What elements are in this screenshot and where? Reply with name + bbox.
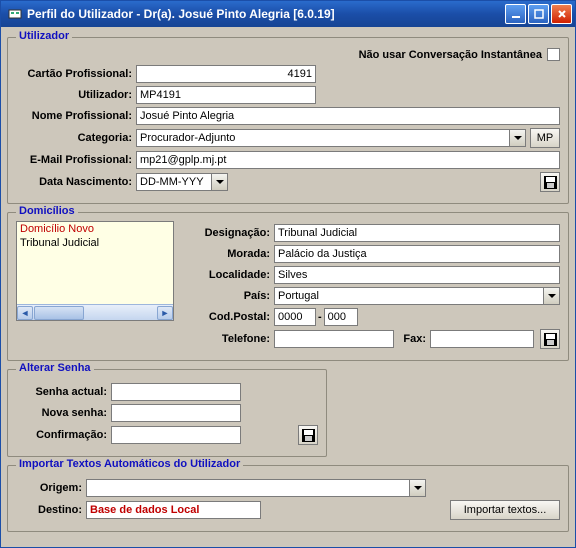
maximize-button[interactable] — [528, 4, 549, 24]
window-title: Perfil do Utilizador - Dr(a). Josué Pint… — [27, 7, 505, 21]
scroll-thumb[interactable] — [34, 306, 84, 320]
data-nasc-label: Data Nascimento: — [16, 176, 136, 188]
instant-msg-checkbox[interactable] — [547, 48, 560, 61]
codpostal1-input[interactable]: 0000 — [274, 308, 316, 326]
scroll-right-icon[interactable]: ► — [157, 306, 173, 320]
save-utilizador-button[interactable] — [540, 172, 560, 192]
cartao-label: Cartão Profissional: — [16, 68, 136, 80]
designacao-input[interactable]: Tribunal Judicial — [274, 224, 560, 242]
confirm-senha-label: Confirmação: — [16, 429, 111, 441]
chevron-down-icon[interactable] — [409, 480, 425, 496]
utilizador-label: Utilizador: — [16, 89, 136, 101]
senha-actual-label: Senha actual: — [16, 386, 111, 398]
destino-value: Base de dados Local — [86, 501, 261, 519]
app-icon — [7, 6, 23, 22]
designacao-label: Designação: — [184, 227, 274, 239]
origem-label: Origem: — [16, 482, 86, 494]
codpostal-label: Cod.Postal: — [184, 311, 274, 323]
telefone-label: Telefone: — [184, 333, 274, 345]
scroll-left-icon[interactable]: ◄ — [17, 306, 33, 320]
save-senha-button[interactable] — [298, 425, 318, 445]
group-utilizador: Utilizador Não usar Conversação Instantâ… — [7, 37, 569, 204]
nova-senha-label: Nova senha: — [16, 407, 111, 419]
instant-msg-label: Não usar Conversação Instantânea — [359, 49, 542, 61]
categoria-label: Categoria: — [16, 132, 136, 144]
fax-input[interactable] — [430, 330, 534, 348]
fax-label: Fax: — [394, 333, 430, 345]
group-importar-legend: Importar Textos Automáticos do Utilizado… — [16, 458, 243, 470]
importar-button[interactable]: Importar textos... — [450, 500, 560, 520]
nome-label: Nome Profissional: — [16, 110, 136, 122]
categoria-combo[interactable]: Procurador-Adjunto — [136, 129, 526, 147]
senha-actual-input[interactable] — [111, 383, 241, 401]
save-domicilio-button[interactable] — [540, 329, 560, 349]
utilizador-input[interactable]: MP4191 — [136, 86, 316, 104]
domicilios-list[interactable]: Domicílio Novo Tribunal Judicial ◄ ► — [16, 221, 174, 321]
codpostal2-input[interactable]: 000 — [324, 308, 358, 326]
confirm-senha-input[interactable] — [111, 426, 241, 444]
nova-senha-input[interactable] — [111, 404, 241, 422]
minimize-button[interactable] — [505, 4, 526, 24]
chevron-down-icon[interactable] — [543, 288, 559, 304]
localidade-label: Localidade: — [184, 269, 274, 281]
group-senha-legend: Alterar Senha — [16, 362, 94, 374]
email-label: E-Mail Profissional: — [16, 154, 136, 166]
group-senha: Alterar Senha Senha actual: Nova senha: … — [7, 369, 327, 457]
morada-input[interactable]: Palácio da Justiça — [274, 245, 560, 263]
list-hscrollbar[interactable]: ◄ ► — [17, 304, 173, 320]
telefone-input[interactable] — [274, 330, 394, 348]
chevron-down-icon[interactable] — [509, 130, 525, 146]
nome-input[interactable]: Josué Pinto Alegria — [136, 107, 560, 125]
pais-label: País: — [184, 290, 274, 302]
close-button[interactable] — [551, 4, 572, 24]
chevron-down-icon[interactable] — [211, 174, 227, 190]
email-input[interactable]: mp21@gplp.mj.pt — [136, 151, 560, 169]
window-titlebar: Perfil do Utilizador - Dr(a). Josué Pint… — [1, 1, 575, 27]
destino-label: Destino: — [16, 504, 86, 516]
pais-combo[interactable]: Portugal — [274, 287, 560, 305]
save-icon — [544, 176, 557, 189]
morada-label: Morada: — [184, 248, 274, 260]
group-utilizador-legend: Utilizador — [16, 30, 72, 42]
save-icon — [302, 429, 315, 442]
localidade-input[interactable]: Silves — [274, 266, 560, 284]
list-item[interactable]: Tribunal Judicial — [17, 236, 173, 250]
list-item-new[interactable]: Domicílio Novo — [17, 222, 173, 236]
mp-button[interactable]: MP — [530, 128, 560, 148]
group-domicilios: Domicílios Domicílio Novo Tribunal Judic… — [7, 212, 569, 361]
cartao-input[interactable]: 4191 — [136, 65, 316, 83]
data-nasc-combo[interactable]: DD-MM-YYY — [136, 173, 228, 191]
origem-combo[interactable] — [86, 479, 426, 497]
save-icon — [544, 333, 557, 346]
group-importar: Importar Textos Automáticos do Utilizado… — [7, 465, 569, 532]
group-domicilios-legend: Domicílios — [16, 205, 78, 217]
